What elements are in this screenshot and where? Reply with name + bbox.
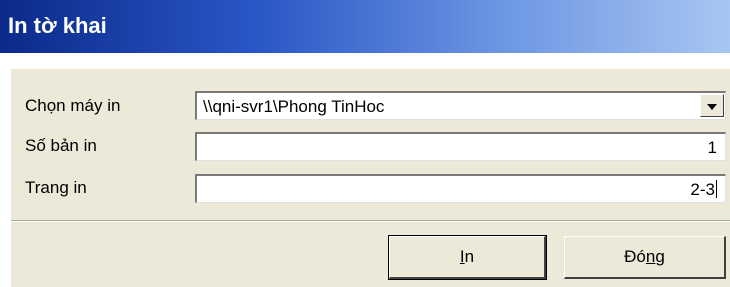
print-button-label-post: n	[464, 247, 475, 266]
printer-select-value: \\qni-svr1\Phong TinHoc	[203, 97, 385, 116]
print-button[interactable]: In	[388, 235, 547, 280]
pages-label: Trang in	[25, 178, 87, 197]
title-bar: In tờ khai	[0, 0, 730, 53]
close-button-label-pre: Đó	[624, 247, 646, 266]
close-button[interactable]: Đóng	[564, 236, 726, 279]
printer-label: Chọn máy in	[25, 96, 121, 115]
pages-input-value-wrap: 2-3	[690, 180, 717, 200]
pages-input-value: 2-3	[690, 180, 715, 199]
divider	[11, 220, 730, 222]
copies-label: Số bản in	[25, 136, 97, 155]
chevron-down-icon[interactable]	[700, 94, 724, 117]
pages-input[interactable]: 2-3	[195, 174, 726, 203]
printer-select[interactable]: \\qni-svr1\Phong TinHoc	[195, 91, 726, 120]
close-button-label-post: g	[655, 247, 665, 266]
close-button-accelerator: n	[645, 247, 656, 266]
text-caret	[716, 180, 717, 198]
copies-input-value: 1	[707, 138, 717, 157]
window-title: In tờ khai	[8, 13, 107, 38]
print-dialog: Chọn máy in \\qni-svr1\Phong TinHoc Số b…	[10, 68, 730, 287]
copies-input[interactable]: 1	[195, 132, 726, 161]
